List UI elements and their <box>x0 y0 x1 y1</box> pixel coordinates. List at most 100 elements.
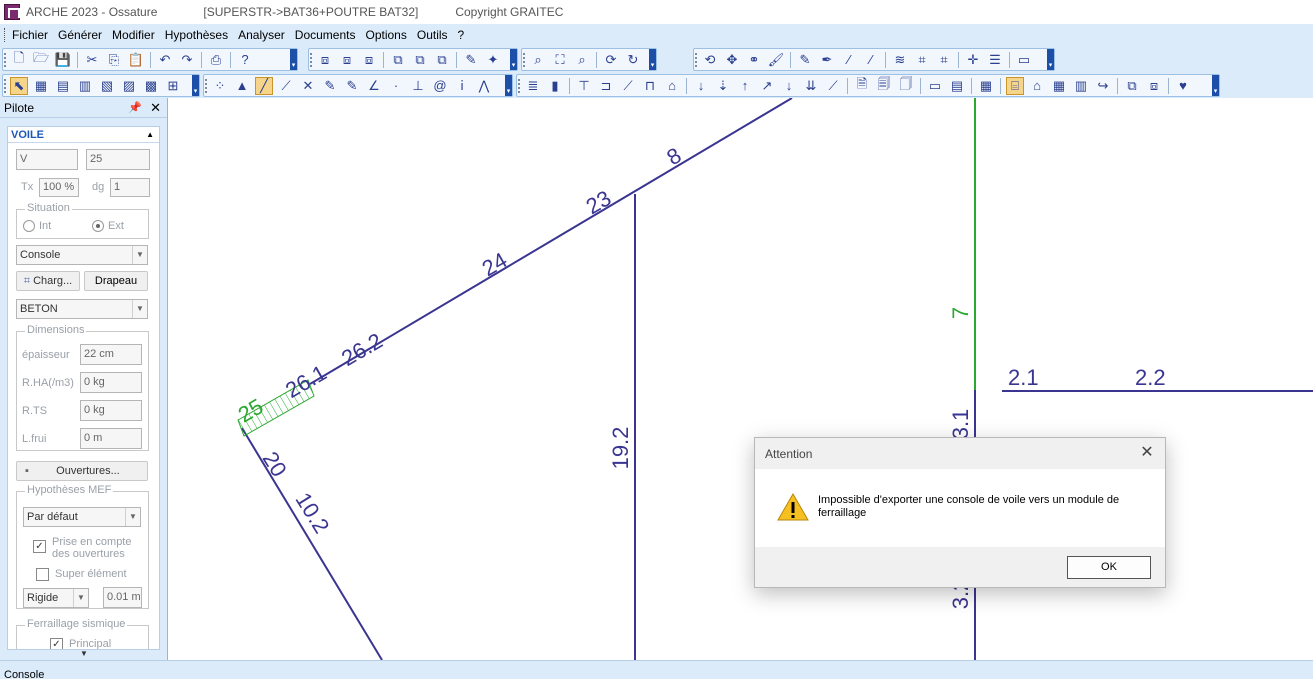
measure-icon[interactable]: ⁄ <box>862 51 880 69</box>
column-grid-icon[interactable]: ⌗ <box>935 51 953 69</box>
layers-icon[interactable]: ☰ <box>986 51 1004 69</box>
monitor-icon[interactable]: ▭ <box>1015 51 1033 69</box>
line-icon[interactable]: ╱ <box>255 76 273 95</box>
rotate-icon[interactable]: ⟲ <box>701 51 719 69</box>
report-icon[interactable]: 🗐 <box>875 76 893 95</box>
foot-icon[interactable]: ⊥ <box>409 77 427 95</box>
pencil-icon[interactable]: ✎ <box>796 51 814 69</box>
toolbar-overflow-icon[interactable]: ▾ <box>649 49 656 70</box>
load-arrow-icon[interactable]: ↗ <box>758 77 776 95</box>
radio-ext[interactable] <box>92 220 104 232</box>
select-walls-icon[interactable]: ▦ <box>32 77 50 95</box>
new-file-icon[interactable]: 🗋 <box>10 50 28 69</box>
load-area-icon[interactable]: ⇊ <box>802 77 820 95</box>
wall-type-select[interactable]: Console ▼ <box>16 245 148 265</box>
pin-icon[interactable]: 📌 <box>128 101 142 114</box>
cut-icon[interactable]: ✂ <box>83 51 101 69</box>
collapse-icon[interactable]: ▲ <box>146 130 154 139</box>
rigide-field[interactable]: 0.01 m <box>103 587 142 608</box>
zoom-window-icon[interactable]: ⌕ <box>529 51 547 69</box>
pencil-line-icon[interactable]: ✎ <box>321 77 339 95</box>
regenerate-icon[interactable]: ⟳ <box>602 51 620 69</box>
copy-icon[interactable]: ⎘ <box>105 51 123 69</box>
zoom-previous-icon[interactable]: ⌕ <box>573 51 591 69</box>
stairs-icon[interactable]: ⌸ <box>1006 76 1024 95</box>
structure-icon[interactable]: ⌂ <box>1028 77 1046 95</box>
menu-hypotheses[interactable]: Hypothèses <box>160 28 233 42</box>
shield-check-icon[interactable]: ♥ <box>1174 77 1192 95</box>
calculator-icon[interactable]: ▦ <box>977 77 995 95</box>
column-tool-icon[interactable]: ⊤ <box>575 77 593 95</box>
drapeau-button[interactable]: Drapeau <box>84 271 148 291</box>
building-icon[interactable]: ▥ <box>1072 77 1090 95</box>
view-iso-icon[interactable]: ⧉ <box>411 51 429 69</box>
wind-icon[interactable]: ≋ <box>891 51 909 69</box>
select-beams-icon[interactable]: ▤ <box>54 77 72 95</box>
layers-stack-icon[interactable]: ≣ <box>524 77 542 95</box>
view-3d-icon[interactable]: ⧉ <box>389 51 407 69</box>
open-folder-icon[interactable]: 🗁 <box>32 50 50 69</box>
close-icon[interactable]: ✕ <box>150 100 161 116</box>
menu-analyser[interactable]: Analyser <box>233 28 290 42</box>
brush-icon[interactable]: 🖌 <box>767 51 785 69</box>
rha-field[interactable]: 0 kg <box>80 372 142 393</box>
load-up-icon[interactable]: ↑ <box>736 77 754 95</box>
module-icon[interactable]: ⧉ <box>1123 77 1141 95</box>
mef-select[interactable]: Par défaut ▼ <box>23 507 141 527</box>
load-slope-icon[interactable]: ⟋ <box>824 77 842 95</box>
toolbar-overflow-icon[interactable]: ▾ <box>1212 75 1219 96</box>
scale-icon[interactable]: ▭ <box>926 77 944 95</box>
axes-icon[interactable]: ✛ <box>964 51 982 69</box>
pencil-edit-icon[interactable]: ✎ <box>343 77 361 95</box>
menu-modifier[interactable]: Modifier <box>107 28 160 42</box>
select-supports-icon[interactable]: ⊞ <box>164 77 182 95</box>
beam-line[interactable] <box>309 98 793 385</box>
view-front-icon[interactable]: ⧈ <box>316 51 334 69</box>
node-grid-icon[interactable]: ⁘ <box>211 77 229 95</box>
scroll-down-icon[interactable]: ▼ <box>0 649 168 658</box>
render-icon[interactable]: ✎ <box>462 51 480 69</box>
select-pointer-icon[interactable]: ⬉ <box>10 76 28 95</box>
light-icon[interactable]: ✦ <box>484 51 502 69</box>
ouvertures-button[interactable]: ▪ Ouvertures... <box>16 461 148 481</box>
info-icon[interactable]: ⅰ <box>453 77 471 95</box>
charges-button[interactable]: ⌗ Charg... <box>16 271 80 291</box>
export-icon[interactable]: ↪ <box>1094 77 1112 95</box>
undo-icon[interactable]: ↶ <box>156 51 174 69</box>
rts-field[interactable]: 0 kg <box>80 400 142 421</box>
mesh-icon[interactable]: ▦ <box>1050 77 1068 95</box>
select-slabs-icon[interactable]: ▧ <box>98 77 116 95</box>
super-element-checkbox[interactable] <box>36 568 49 581</box>
ok-button[interactable]: OK <box>1067 556 1151 579</box>
element-number-field[interactable]: 25 <box>86 149 150 170</box>
link-icon[interactable]: ⚭ <box>745 51 763 69</box>
beam-tool-icon[interactable]: ⊐ <box>597 77 615 95</box>
line-tool-icon[interactable]: ⁄ <box>840 51 858 69</box>
chevron-down-icon[interactable]: ▼ <box>73 589 88 607</box>
load-line-icon[interactable]: ⇣ <box>714 77 732 95</box>
view-persp-icon[interactable]: ⧉ <box>433 51 451 69</box>
beam-icon[interactable]: ⟋ <box>277 77 295 95</box>
menu-outils[interactable]: Outils <box>412 28 453 42</box>
chevron-down-icon[interactable]: ▼ <box>132 300 147 318</box>
roof-tool-icon[interactable]: ⌂ <box>663 77 681 95</box>
view-side-icon[interactable]: ⧈ <box>338 51 356 69</box>
document-icon[interactable]: 🗎 <box>853 76 871 95</box>
frame-tool-icon[interactable]: ⊓ <box>641 77 659 95</box>
select-openings-icon[interactable]: ▨ <box>120 77 138 95</box>
lfrui-field[interactable]: 0 m <box>80 428 142 449</box>
tx-field[interactable]: 100 % <box>39 178 79 197</box>
radio-int[interactable] <box>23 220 35 232</box>
at-icon[interactable]: @ <box>431 77 449 95</box>
chevron-down-icon[interactable]: ▼ <box>132 246 147 264</box>
wall-tool-icon[interactable]: ⟋ <box>619 77 637 95</box>
grid-icon[interactable]: ⌗ <box>913 51 931 69</box>
toolbar-overflow-icon[interactable]: ▾ <box>192 75 199 96</box>
dot-icon[interactable]: · <box>387 77 405 95</box>
dialog-close-icon[interactable]: ✕ <box>1137 443 1157 463</box>
element-name-field[interactable]: V <box>16 149 78 170</box>
help-icon[interactable]: ? <box>236 51 254 69</box>
move-icon[interactable]: ✥ <box>723 51 741 69</box>
toolbar-overflow-icon[interactable]: ▾ <box>290 49 297 70</box>
bar-chart-icon[interactable]: ▮ <box>546 77 564 95</box>
